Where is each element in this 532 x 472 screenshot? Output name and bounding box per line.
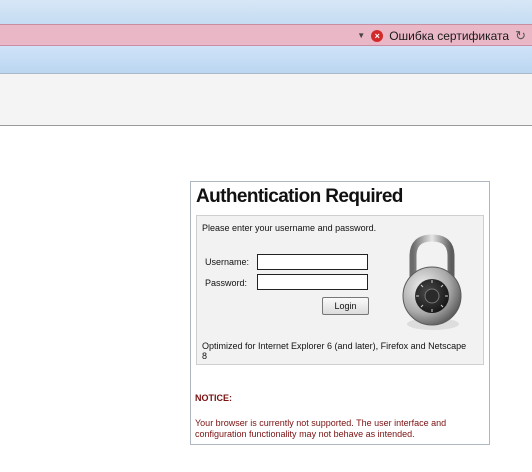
browser-support-note: Optimized for Internet Explorer 6 (and l… (202, 341, 467, 361)
padlock-icon (402, 234, 462, 330)
address-tools: ▼ × Ошибка сертификата ↻ (357, 27, 526, 44)
notice-text: Your browser is currently not supported.… (195, 418, 447, 439)
password-field[interactable] (257, 274, 368, 290)
refresh-icon[interactable]: ↻ (515, 28, 526, 44)
notice-title: NOTICE: (195, 393, 232, 403)
browser-title-area (0, 0, 532, 24)
login-button[interactable]: Login (322, 297, 369, 315)
username-field[interactable] (257, 254, 368, 270)
chevron-down-icon[interactable]: ▼ (357, 31, 365, 40)
certificate-error-label[interactable]: Ошибка сертификата (389, 29, 509, 43)
login-box: Please enter your username and password.… (196, 215, 484, 365)
login-prompt: Please enter your username and password. (202, 223, 377, 233)
page-title: Authentication Required (196, 186, 403, 207)
auth-panel: Authentication Required Please enter you… (190, 181, 490, 445)
browser-command-bar (0, 74, 532, 126)
password-label: Password: (205, 278, 248, 288)
address-bar[interactable]: ▼ × Ошибка сертификата ↻ (0, 24, 532, 46)
error-x-icon[interactable]: × (371, 29, 384, 42)
username-label: Username: (205, 257, 250, 267)
browser-tab-strip (0, 46, 532, 74)
